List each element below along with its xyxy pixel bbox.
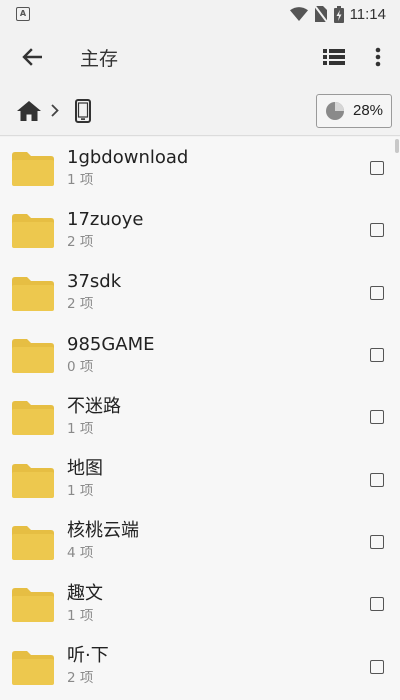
folder-icon — [12, 463, 54, 498]
item-count: 2 项 — [67, 296, 94, 313]
file-name: 1gbdownload — [67, 146, 189, 168]
storage-percent: 28% — [352, 102, 384, 119]
item-count: 1 项 — [67, 483, 94, 500]
notification-app-icon: A — [16, 7, 30, 21]
select-checkbox[interactable] — [370, 472, 384, 487]
file-name: 趣文 — [67, 582, 103, 604]
folder-icon — [12, 588, 54, 623]
item-count: 2 项 — [67, 233, 94, 250]
more-options-button[interactable] — [356, 28, 400, 86]
select-checkbox[interactable] — [370, 223, 384, 238]
folder-icon — [12, 525, 54, 560]
folder-icon — [12, 339, 54, 374]
list-item[interactable]: 985GAME 0 项 — [0, 324, 400, 386]
breadcrumb-home[interactable] — [16, 86, 42, 136]
home-icon — [17, 100, 41, 121]
breadcrumb-device-storage[interactable] — [70, 86, 96, 136]
breadcrumb: 28% — [0, 86, 400, 136]
select-checkbox[interactable] — [370, 161, 384, 176]
select-checkbox[interactable] — [370, 348, 384, 363]
wifi-icon — [289, 7, 308, 21]
file-list[interactable]: 1gbdownload 1 项 17zuoye 2 项 37sdk 2 项 98… — [0, 137, 400, 700]
file-name: 37sdk — [67, 271, 122, 293]
file-name: 核桃云端 — [67, 520, 139, 542]
item-count: 4 项 — [67, 545, 94, 562]
chevron-right-icon — [51, 104, 59, 117]
pie-chart-icon — [325, 101, 344, 120]
back-button[interactable] — [4, 28, 60, 86]
item-count: 1 项 — [67, 420, 94, 437]
list-view-icon — [323, 49, 345, 65]
status-clock: 11:14 — [349, 5, 386, 23]
list-item[interactable]: 地图 1 项 — [0, 448, 400, 510]
phone-icon — [75, 98, 91, 123]
folder-icon — [12, 152, 54, 187]
folder-icon — [12, 650, 54, 685]
folder-icon — [12, 276, 54, 311]
status-bar: A 11:14 — [0, 0, 400, 28]
storage-usage-button[interactable]: 28% — [316, 93, 392, 128]
page-title: 主存 — [80, 47, 119, 70]
item-count: 1 项 — [67, 171, 94, 188]
folder-icon — [12, 214, 54, 249]
select-checkbox[interactable] — [370, 410, 384, 425]
battery-charging-icon — [333, 5, 344, 23]
file-name: 听·下 — [67, 645, 109, 667]
item-count: 1 项 — [67, 607, 94, 624]
file-name: 不迷路 — [67, 395, 121, 417]
folder-icon — [12, 401, 54, 436]
list-item[interactable]: 17zuoye 2 项 — [0, 199, 400, 261]
select-checkbox[interactable] — [370, 597, 384, 612]
file-name: 985GAME — [67, 333, 155, 355]
item-count: 2 项 — [67, 670, 94, 687]
list-item[interactable]: 37sdk 2 项 — [0, 262, 400, 324]
list-view-button[interactable] — [312, 28, 356, 86]
list-item[interactable]: 不迷路 1 项 — [0, 386, 400, 448]
app-bar: 主存 — [0, 28, 400, 86]
list-item[interactable]: 听·下 2 项 — [0, 635, 400, 697]
list-item[interactable]: 1gbdownload 1 项 — [0, 137, 400, 199]
list-item[interactable]: 趣文 1 项 — [0, 573, 400, 635]
no-sim-icon — [313, 6, 328, 22]
file-name: 17zuoye — [67, 208, 144, 230]
file-name: 地图 — [67, 458, 103, 480]
item-count: 0 项 — [67, 358, 94, 375]
select-checkbox[interactable] — [370, 659, 384, 674]
more-vert-icon — [375, 47, 381, 67]
select-checkbox[interactable] — [370, 534, 384, 549]
back-arrow-icon — [22, 48, 42, 66]
list-item[interactable]: 核桃云端 4 项 — [0, 511, 400, 573]
breadcrumb-separator — [46, 86, 64, 136]
select-checkbox[interactable] — [370, 285, 384, 300]
